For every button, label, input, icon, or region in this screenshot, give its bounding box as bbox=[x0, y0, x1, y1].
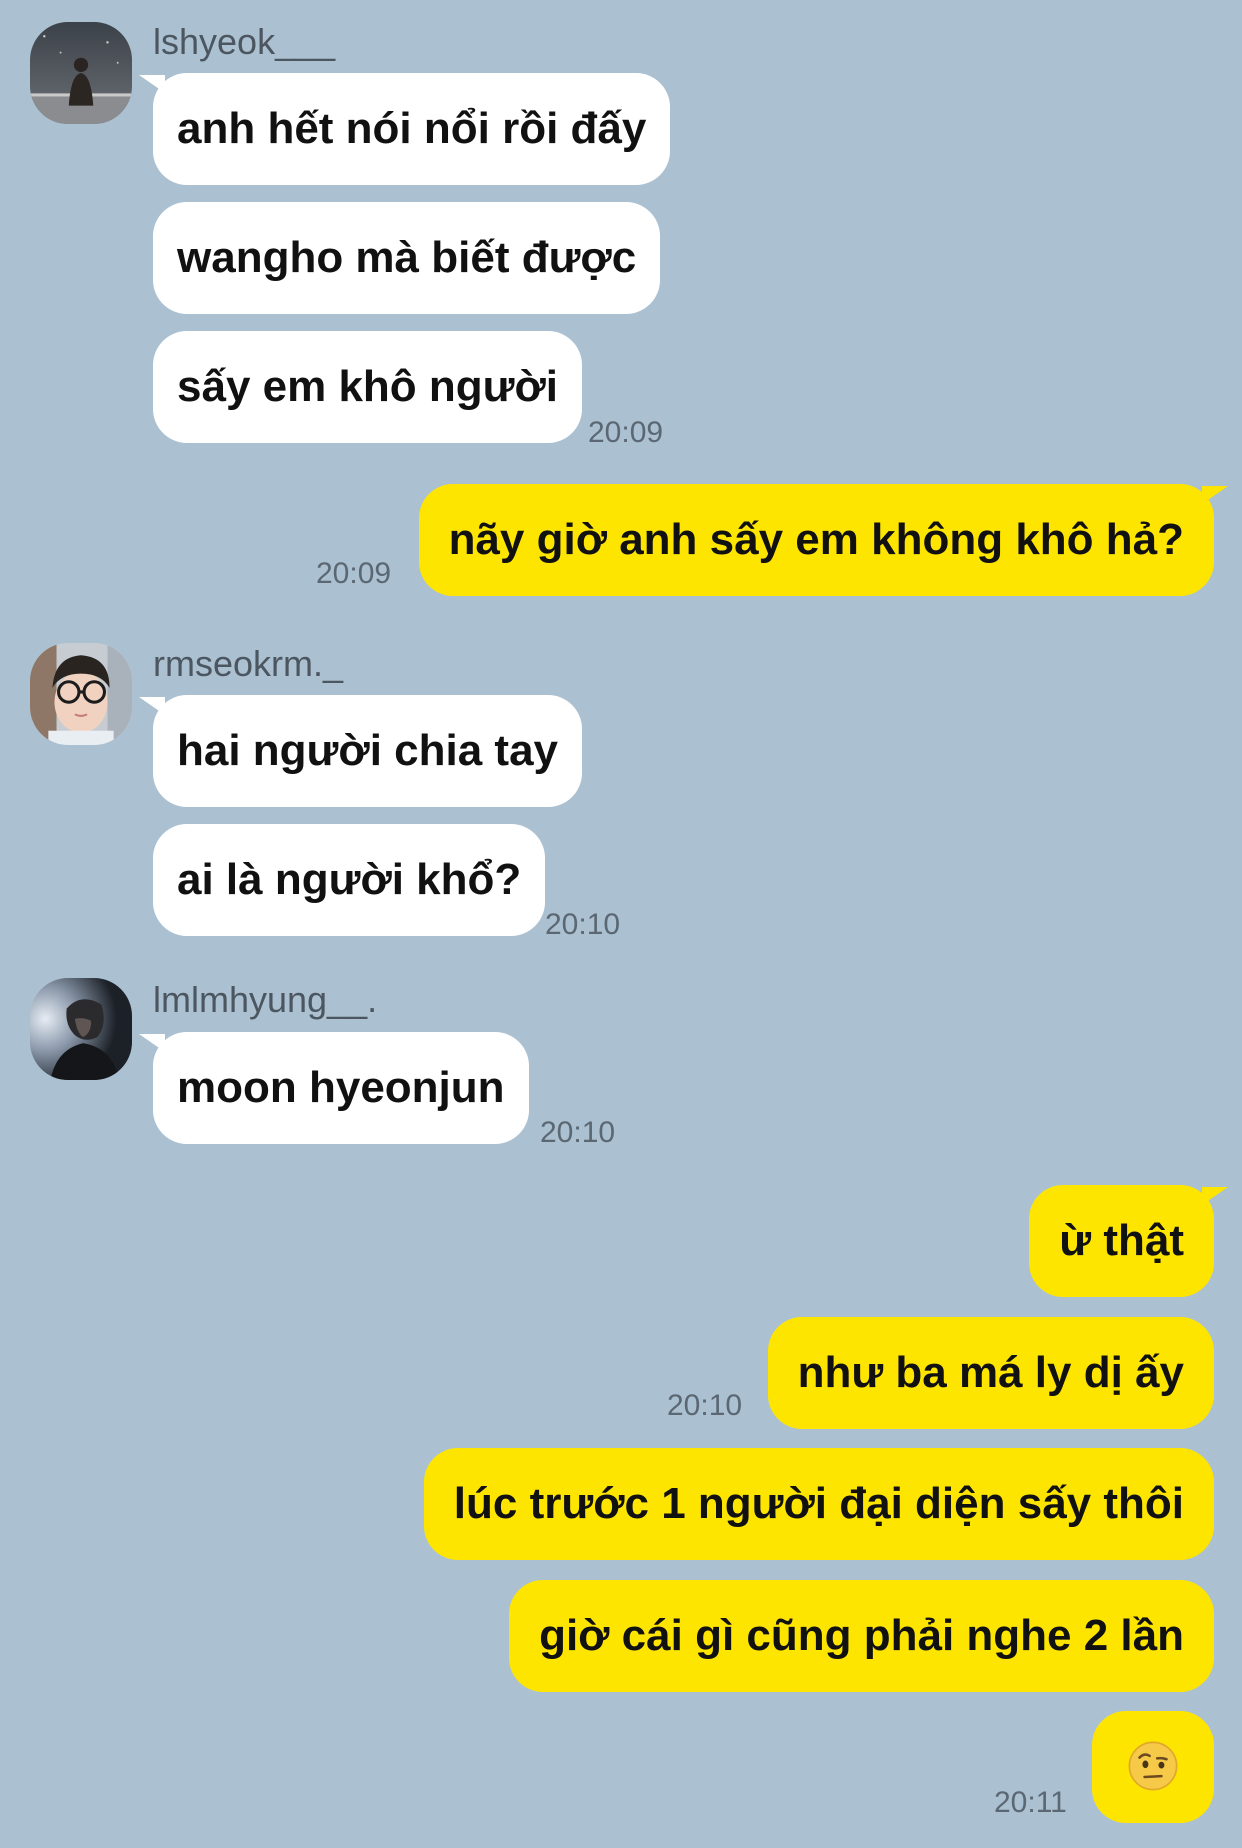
emoji-message-bubble[interactable] bbox=[1092, 1711, 1214, 1823]
face-with-raised-eyebrow-icon bbox=[1126, 1739, 1180, 1793]
sender-name: rmseokrm._ bbox=[153, 643, 344, 684]
message-bubble[interactable]: anh hết nói nổi rồi đấy bbox=[138, 73, 671, 185]
message-bubble-outgoing[interactable]: lúc trước 1 người đại diện sấy thôi bbox=[423, 1448, 1214, 1560]
timestamp: 20:09 bbox=[316, 557, 392, 590]
message-bubble[interactable]: wangho mà biết được bbox=[153, 202, 661, 314]
timestamp: 20:09 bbox=[588, 416, 664, 449]
timestamp: 20:11 bbox=[994, 1786, 1067, 1819]
sender-name: lshyeok___ bbox=[153, 21, 336, 62]
message-bubble-outgoing[interactable]: như ba má ly dị ấy bbox=[767, 1317, 1214, 1429]
avatar-lshyeok[interactable] bbox=[30, 22, 132, 124]
message-bubble-outgoing[interactable]: giờ cái gì cũng phải nghe 2 lần bbox=[509, 1580, 1214, 1692]
avatar-photo-icon bbox=[30, 978, 132, 1080]
avatar-photo-icon bbox=[30, 643, 132, 745]
avatar-lmlmhyung[interactable] bbox=[30, 978, 132, 1080]
timestamp: 20:10 bbox=[545, 908, 621, 941]
avatar-rmseokrm[interactable] bbox=[30, 643, 132, 745]
sender-name: lmlmhyung__. bbox=[153, 979, 378, 1020]
message-bubble[interactable]: hai người chia tay bbox=[138, 695, 583, 807]
timestamp: 20:10 bbox=[540, 1116, 616, 1149]
avatar-photo-icon bbox=[30, 22, 132, 124]
timestamp: 20:10 bbox=[667, 1389, 743, 1422]
message-bubble[interactable]: sấy em khô người bbox=[153, 331, 583, 443]
message-bubble[interactable]: moon hyeonjun bbox=[139, 1032, 529, 1144]
message-bubble-outgoing[interactable]: ừ thật bbox=[1029, 1185, 1228, 1297]
message-bubble[interactable]: ai là người khổ? bbox=[153, 824, 546, 936]
message-bubble-outgoing[interactable]: nãy giờ anh sấy em không khô hả? bbox=[418, 484, 1229, 596]
